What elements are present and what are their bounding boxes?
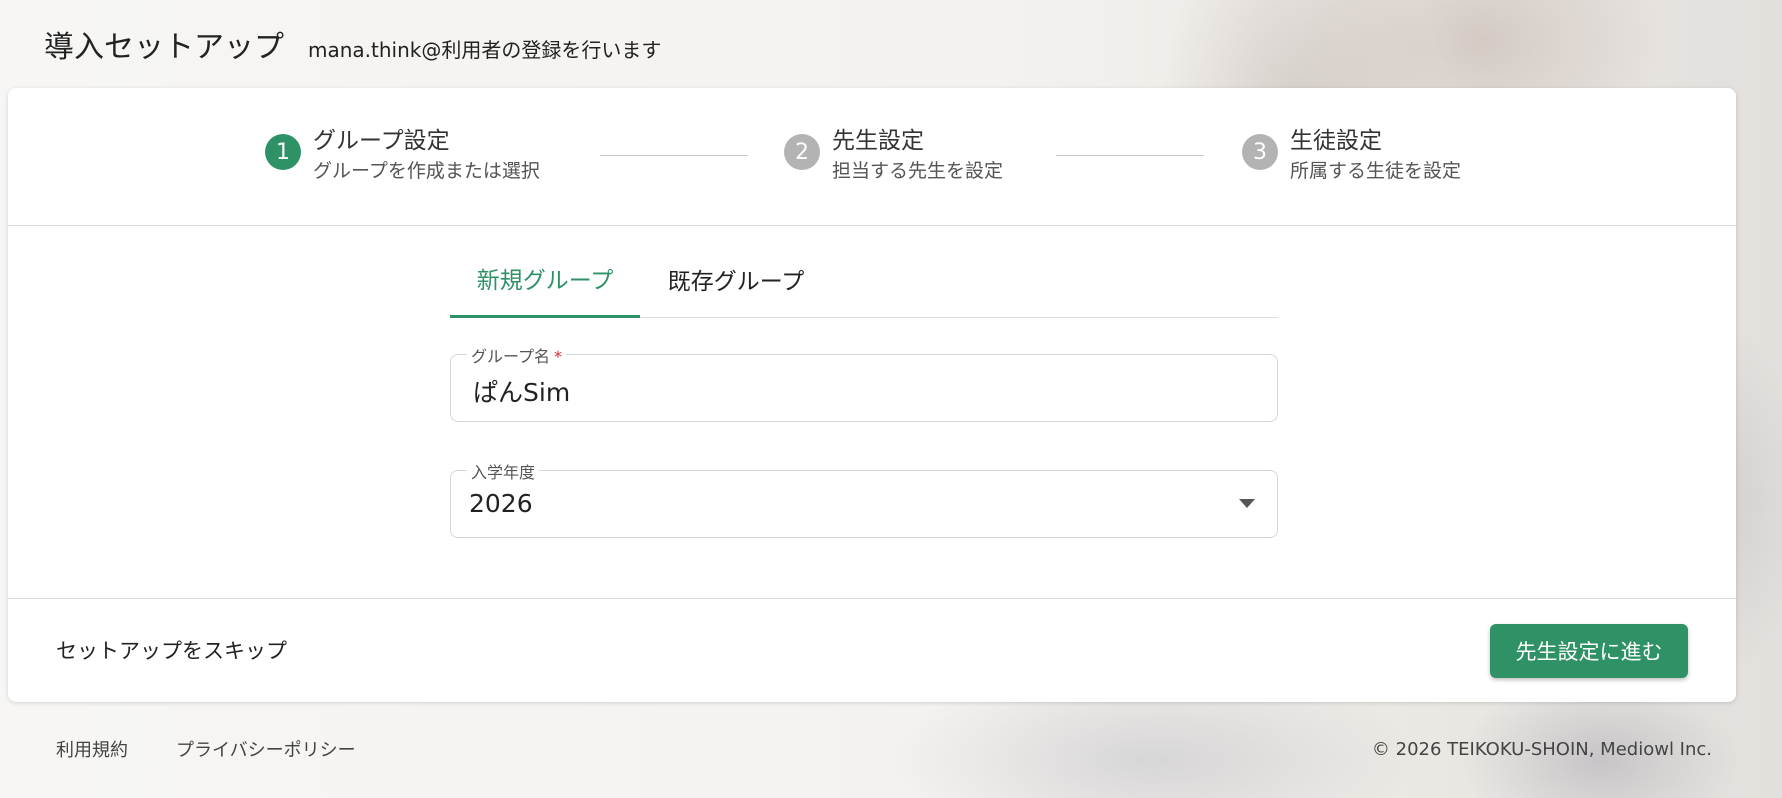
chevron-down-icon[interactable] bbox=[1239, 499, 1255, 508]
step-connector bbox=[1056, 155, 1204, 156]
stepper: 1 グループ設定 グループを作成または選択 2 先生設定 担当する先生を設定 3… bbox=[8, 88, 1736, 226]
next-teacher-settings-button[interactable]: 先生設定に進む bbox=[1490, 624, 1688, 678]
step-name: 生徒設定 bbox=[1290, 128, 1382, 154]
page-title: 導入セットアップ bbox=[44, 30, 284, 65]
step-student-settings: 3 生徒設定 所属する生徒を設定 bbox=[1242, 126, 1461, 186]
group-name-field[interactable]: グループ名 * ぱんSim bbox=[450, 343, 1278, 422]
enrollment-year-value[interactable]: 2026 bbox=[469, 489, 533, 518]
enrollment-year-label: 入学年度 bbox=[467, 459, 540, 483]
terms-link[interactable]: 利用規約 bbox=[56, 736, 128, 762]
step-group-settings: 1 グループ設定 グループを作成または選択 bbox=[265, 126, 540, 186]
step-teacher-settings: 2 先生設定 担当する先生を設定 bbox=[784, 126, 1003, 186]
step-desc: 担当する先生を設定 bbox=[832, 160, 1004, 182]
page-subtitle: mana.think@利用者の登録を行います bbox=[308, 38, 662, 62]
step-name: 先生設定 bbox=[832, 128, 924, 154]
step-desc: 所属する生徒を設定 bbox=[1290, 160, 1462, 182]
step-name: グループ設定 bbox=[313, 128, 450, 154]
step-connector bbox=[600, 155, 748, 156]
tab-new-group[interactable]: 新規グループ bbox=[450, 240, 640, 318]
copyright: © 2026 TEIKOKU-SHOIN, Mediowl Inc. bbox=[1371, 738, 1712, 760]
step-number: 1 bbox=[265, 134, 301, 170]
page-footer: 利用規約 プライバシーポリシー © 2026 TEIKOKU-SHOIN, Me… bbox=[56, 736, 1712, 762]
step-desc: グループを作成または選択 bbox=[313, 160, 540, 182]
step-number: 3 bbox=[1242, 134, 1278, 170]
enrollment-year-select[interactable]: 入学年度 2026 bbox=[450, 459, 1278, 538]
step-number: 2 bbox=[784, 134, 820, 170]
group-name-label: グループ名 * bbox=[467, 343, 567, 367]
group-name-label-text: グループ名 bbox=[471, 347, 551, 366]
group-name-input[interactable]: ぱんSim bbox=[473, 373, 570, 409]
privacy-policy-link[interactable]: プライバシーポリシー bbox=[176, 736, 356, 762]
tab-existing-group[interactable]: 既存グループ bbox=[656, 240, 816, 318]
group-tabs: 新規グループ 既存グループ bbox=[450, 240, 1278, 318]
page-header: 導入セットアップ mana.think@利用者の登録を行います bbox=[44, 22, 661, 66]
required-marker: * bbox=[554, 347, 563, 366]
skip-setup-link[interactable]: セットアップをスキップ bbox=[56, 635, 287, 665]
card-actions: セットアップをスキップ 先生設定に進む bbox=[8, 598, 1736, 702]
